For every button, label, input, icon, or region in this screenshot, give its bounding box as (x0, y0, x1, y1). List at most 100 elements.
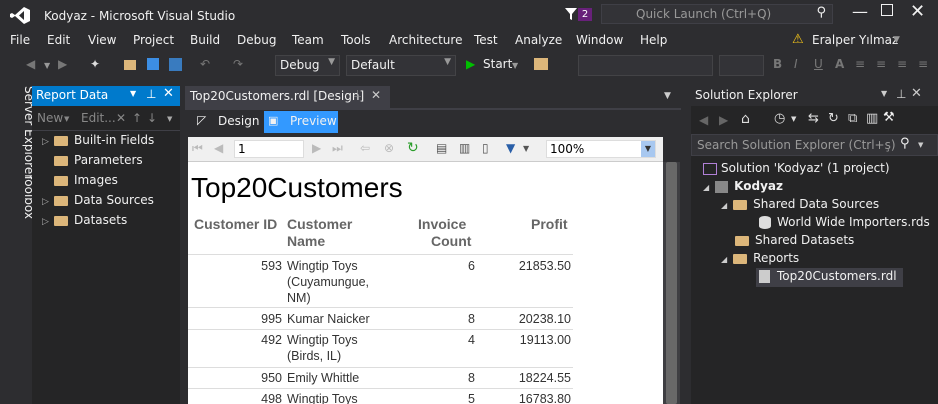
redo-icon[interactable]: ↷ (233, 57, 243, 71)
tree-item-images[interactable]: Images (42, 173, 118, 193)
tab-close-icon[interactable]: ✕ (371, 88, 381, 102)
stop-icon[interactable]: ⊗ (384, 141, 394, 155)
design-tab[interactable]: ◸ Design (193, 111, 261, 133)
notification-badge[interactable]: 2 (578, 8, 592, 21)
panel-dropdown-icon[interactable]: ▼ (881, 89, 887, 98)
new-project-icon[interactable]: ✦ (90, 57, 100, 71)
previous-page-icon[interactable]: ◀ (214, 141, 223, 155)
menu-analyze[interactable]: Analyze (515, 33, 562, 47)
open-file-icon[interactable] (124, 60, 136, 70)
new-dropdown-icon[interactable]: ▼ (64, 115, 69, 123)
project-node[interactable]: ◢ Kodyaz (703, 179, 783, 197)
menu-project[interactable]: Project (133, 33, 174, 47)
panel-dropdown-icon[interactable]: ▼ (130, 89, 136, 98)
report-scrollbar[interactable] (663, 162, 680, 404)
menu-help[interactable]: Help (640, 33, 667, 47)
font-color-button[interactable]: A (835, 57, 844, 71)
up-arrow-icon[interactable]: ↑ (132, 111, 142, 125)
first-page-icon[interactable]: ⏮ (192, 141, 203, 156)
menu-edit[interactable]: Edit (47, 33, 70, 47)
align-center-icon[interactable]: ≡ (876, 57, 886, 71)
sync-icon[interactable]: ⇆ (808, 111, 819, 126)
underline-button[interactable]: U (814, 57, 823, 71)
tree-item-data-sources[interactable]: ▷ Data Sources (42, 193, 154, 213)
edit-button[interactable]: Edit... (81, 111, 116, 125)
forward-icon[interactable]: ▶ (58, 57, 67, 71)
user-name[interactable]: Eralper Yılmaz (812, 33, 898, 47)
font-size-select[interactable] (719, 55, 764, 76)
back-to-parent-icon[interactable]: ⇦ (360, 141, 370, 155)
quick-launch-box[interactable]: Quick Launch (Ctrl+Q) ⚲ (601, 4, 833, 24)
menu-build[interactable]: Build (190, 33, 220, 47)
search-icon[interactable]: ⚲ (900, 136, 910, 151)
forward-icon[interactable]: ▶ (719, 113, 728, 127)
search-options-icon[interactable]: ▼ (918, 141, 923, 149)
properties-icon[interactable]: ⚒ (883, 110, 895, 125)
shared-datasets-node[interactable]: Shared Datasets (735, 233, 854, 251)
menu-view[interactable]: View (88, 33, 116, 47)
align-left-icon[interactable]: ≡ (855, 57, 865, 71)
history-dropdown-icon[interactable]: ▼ (791, 115, 796, 123)
scrollbar-thumb[interactable] (666, 162, 677, 404)
start-button[interactable]: Start (483, 57, 512, 71)
menu-test[interactable]: Test (474, 33, 498, 47)
solution-platform-select[interactable]: Default ▼ (346, 55, 456, 76)
toolbar-chevron-icon[interactable]: ▼ (167, 115, 172, 123)
pin-icon[interactable]: ⊥ (146, 87, 156, 101)
export-dropdown-icon[interactable]: ▼ (523, 144, 529, 153)
solution-node[interactable]: Solution 'Kodyaz' (1 project) (703, 161, 890, 179)
pin-icon[interactable]: ⊥ (896, 87, 906, 101)
print-icon[interactable]: ▤ (436, 141, 447, 155)
refresh-icon[interactable]: ↻ (407, 140, 419, 156)
bold-button[interactable]: B (773, 57, 782, 71)
minimize-button[interactable]: — (852, 2, 868, 21)
tab-pin-icon[interactable]: ⊥ (353, 89, 362, 100)
start-dropdown-icon[interactable]: ▼ (512, 61, 518, 70)
data-source-file-node[interactable]: World Wide Importers.rds (759, 215, 930, 233)
font-name-select[interactable] (578, 55, 713, 76)
justify-icon[interactable]: ≡ (918, 57, 928, 71)
italic-button[interactable]: I (794, 57, 798, 71)
back-icon[interactable]: ◀ (699, 113, 708, 127)
menu-file[interactable]: File (10, 33, 30, 47)
document-tab[interactable]: Top20Customers.rdl [Design] ⊥ ✕ (185, 86, 390, 108)
solution-search-box[interactable]: Search Solution Explorer (Ctrl+ş) ⚲ ▼ (691, 134, 938, 156)
tab-list-icon[interactable]: ▼ (664, 91, 671, 101)
menu-debug[interactable]: Debug (237, 33, 276, 47)
shared-data-sources-node[interactable]: ◢ Shared Data Sources (721, 197, 879, 215)
back-icon[interactable]: ◀ (26, 57, 35, 71)
menu-tools[interactable]: Tools (341, 33, 371, 47)
delete-icon[interactable]: ✕ (116, 111, 126, 125)
chevron-down-icon[interactable]: ▼ (893, 35, 900, 45)
menu-team[interactable]: Team (292, 33, 324, 47)
save-icon[interactable] (147, 58, 159, 70)
tree-item-parameters[interactable]: Parameters (42, 153, 143, 173)
print-layout-icon[interactable]: ▥ (459, 141, 470, 155)
quick-launch-input[interactable]: Quick Launch (Ctrl+Q) (636, 7, 771, 21)
report-file-node[interactable]: Top20Customers.rdl (759, 269, 897, 287)
refresh-icon[interactable]: ↻ (828, 111, 839, 126)
search-icon[interactable]: ⚲ (816, 5, 826, 20)
last-page-icon[interactable]: ⏭ (332, 141, 343, 156)
page-setup-icon[interactable]: ▯ (482, 141, 489, 155)
preview-tab[interactable]: ▣ Preview (264, 111, 338, 133)
maximize-button[interactable] (881, 4, 893, 16)
menu-architecture[interactable]: Architecture (389, 33, 462, 47)
tree-item-datasets[interactable]: ▷ Datasets (42, 213, 127, 233)
reports-node[interactable]: ◢ Reports (721, 251, 799, 269)
home-icon[interactable]: ⌂ (741, 111, 750, 127)
align-right-icon[interactable]: ≡ (897, 57, 907, 71)
close-button[interactable]: ✕ (910, 1, 925, 22)
tree-item-built-in-fields[interactable]: ▷ Built-in Fields (42, 133, 154, 153)
dropdown-icon[interactable]: ▼ (44, 61, 50, 70)
collapse-all-icon[interactable]: ⧉ (848, 111, 857, 126)
menu-window[interactable]: Window (576, 33, 623, 47)
close-panel-icon[interactable]: ✕ (163, 86, 174, 101)
zoom-select[interactable]: 100% ▼ (546, 140, 656, 158)
down-arrow-icon[interactable]: ↓ (147, 111, 157, 125)
next-page-icon[interactable]: ▶ (312, 141, 321, 155)
save-all-icon[interactable] (169, 58, 182, 71)
show-all-files-icon[interactable]: ▥ (866, 111, 878, 126)
export-icon[interactable]: ▼ (506, 141, 515, 155)
play-icon[interactable]: ▶ (466, 57, 475, 71)
